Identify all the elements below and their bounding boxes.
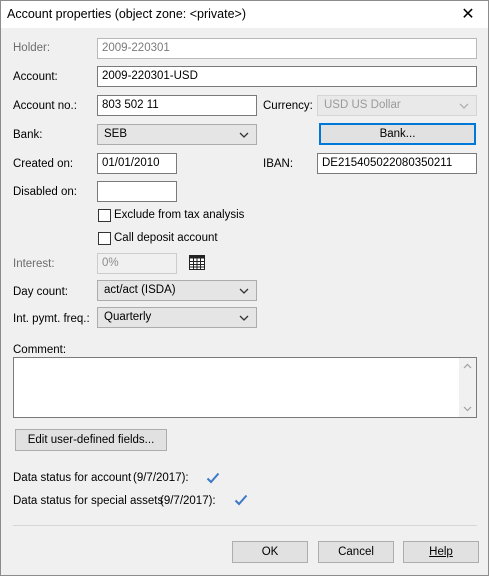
disabled-on-label: Disabled on: xyxy=(13,186,77,198)
chevron-down-icon xyxy=(239,288,249,294)
currency-select: USD US Dollar xyxy=(317,95,477,116)
account-no-label: Account no.: xyxy=(13,100,77,112)
help-button[interactable]: Help xyxy=(403,541,479,563)
account-label: Account: xyxy=(13,71,58,83)
currency-value: USD US Dollar xyxy=(324,99,401,111)
special-assets-status-label: Data status for special assets xyxy=(13,495,164,507)
disabled-on-field[interactable] xyxy=(97,181,177,202)
created-on-label: Created on: xyxy=(13,158,74,170)
day-count-value: act/act (ISDA) xyxy=(104,284,176,296)
day-count-label: Day count: xyxy=(13,286,68,298)
account-status-label: Data status for account xyxy=(13,472,132,484)
checkmark-icon xyxy=(206,472,220,484)
interest-label: Interest: xyxy=(13,258,55,270)
chevron-down-icon xyxy=(239,315,249,321)
scroll-down-icon[interactable] xyxy=(463,406,472,412)
cancel-button[interactable]: Cancel xyxy=(318,541,394,563)
int-pymt-freq-select[interactable]: Quarterly xyxy=(97,307,257,328)
call-deposit-checkbox[interactable] xyxy=(98,232,111,245)
bank-button[interactable]: Bank... xyxy=(319,123,476,145)
bank-label: Bank: xyxy=(13,129,43,141)
created-on-field[interactable]: 01/01/2010 xyxy=(97,153,177,174)
interest-field: 0% xyxy=(97,253,177,274)
holder-label: Holder: xyxy=(13,42,51,54)
comment-scrollbar[interactable] xyxy=(459,358,476,417)
title-bar: Account properties (object zone: <privat… xyxy=(1,1,488,28)
account-no-field[interactable]: 803 502 11 xyxy=(97,95,257,116)
ok-button[interactable]: OK xyxy=(232,541,308,563)
call-deposit-label[interactable]: Call deposit account xyxy=(114,232,218,244)
special-assets-status-date: (9/7/2017): xyxy=(160,495,216,507)
chevron-down-icon xyxy=(239,132,249,138)
bank-value: SEB xyxy=(104,128,128,140)
calculator-icon[interactable] xyxy=(189,255,205,270)
bank-select[interactable]: SEB xyxy=(97,124,257,145)
scroll-up-icon[interactable] xyxy=(463,363,472,369)
exclude-tax-label[interactable]: Exclude from tax analysis xyxy=(114,209,244,221)
iban-label: IBAN: xyxy=(263,158,294,170)
footer-divider xyxy=(13,525,477,526)
edit-user-defined-fields-button[interactable]: Edit user-defined fields... xyxy=(15,429,167,451)
account-field[interactable]: 2009-220301-USD xyxy=(97,66,477,87)
account-properties-dialog: Account properties (object zone: <privat… xyxy=(0,0,489,576)
iban-field[interactable]: DE215405022080350211 xyxy=(317,153,477,174)
int-pymt-freq-value: Quarterly xyxy=(104,311,152,323)
day-count-select[interactable]: act/act (ISDA) xyxy=(97,280,257,301)
chevron-down-icon xyxy=(459,103,469,109)
close-icon[interactable]: ✕ xyxy=(448,1,488,28)
int-pymt-freq-label: Int. pymt. freq.: xyxy=(13,313,90,325)
comment-textarea[interactable] xyxy=(13,357,477,418)
account-status-date: (9/7/2017): xyxy=(133,472,189,484)
holder-field: 2009-220301 xyxy=(97,38,477,59)
dialog-title: Account properties (object zone: <privat… xyxy=(7,7,247,21)
comment-label: Comment: xyxy=(13,344,67,356)
currency-label: Currency: xyxy=(263,100,313,112)
exclude-tax-checkbox[interactable] xyxy=(98,209,111,222)
checkmark-icon xyxy=(234,494,248,506)
